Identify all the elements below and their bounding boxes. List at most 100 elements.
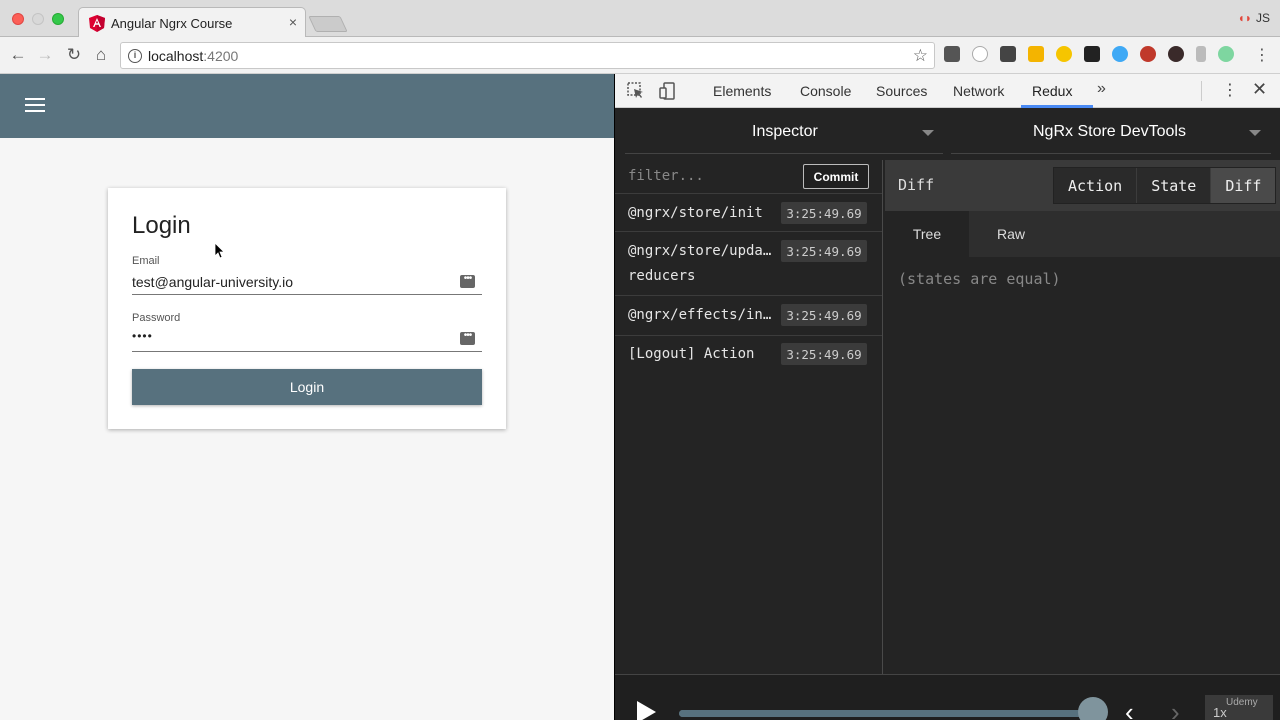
email-label: Email xyxy=(132,255,160,267)
more-tabs-icon[interactable]: » xyxy=(1097,80,1106,98)
timeline-track[interactable] xyxy=(679,710,1101,717)
url-host: localhost xyxy=(148,48,204,64)
action-name: @ngrx/effects/in… xyxy=(628,307,772,323)
preview-header: Diff Action State Diff xyxy=(885,160,1280,211)
login-button[interactable]: Login xyxy=(132,369,482,405)
login-title: Login xyxy=(132,212,191,239)
browser-toolbar: ← → ↻ ⌂ i localhost:4200 ☆ ⋮ xyxy=(0,37,1280,74)
step-back-icon[interactable]: ‹ xyxy=(1125,697,1134,720)
step-forward-icon[interactable]: › xyxy=(1171,697,1180,720)
forward-arrow-icon[interactable]: → xyxy=(35,45,55,65)
extension-icon[interactable] xyxy=(1000,46,1016,62)
timeline-handle[interactable] xyxy=(1078,697,1108,720)
tab-title: Angular Ngrx Course xyxy=(111,16,233,31)
action-item[interactable]: @ngrx/effects/in… 3:25:49.69 xyxy=(615,295,882,335)
bookmark-star-icon[interactable]: ☆ xyxy=(913,46,928,66)
new-tab-button[interactable] xyxy=(308,16,348,32)
hamburger-menu-icon[interactable] xyxy=(25,98,45,114)
home-icon[interactable]: ⌂ xyxy=(91,45,111,65)
device-toolbar-icon[interactable] xyxy=(659,82,677,100)
chevron-down-icon[interactable] xyxy=(1249,130,1261,136)
extension-icon[interactable] xyxy=(1056,46,1072,62)
action-name: @ngrx/store/upda… reducers xyxy=(628,243,772,284)
extension-icon[interactable] xyxy=(1196,46,1206,62)
tab-state[interactable]: State xyxy=(1137,168,1212,203)
extension-icon[interactable] xyxy=(1168,46,1184,62)
select-underline xyxy=(951,153,1271,154)
browser-tab-bar: Angular Ngrx Course × ◖◗ JS xyxy=(0,0,1280,38)
info-icon[interactable]: i xyxy=(128,49,142,63)
password-underline xyxy=(132,351,482,352)
action-item[interactable]: @ngrx/store/upda… reducers 3:25:49.69 xyxy=(615,231,882,295)
mouse-cursor-icon xyxy=(215,243,225,259)
autofill-key-icon[interactable]: ••• xyxy=(460,274,475,288)
devtools-tab-bar: Elements Console Sources Network Redux »… xyxy=(615,74,1280,108)
extension-icon[interactable] xyxy=(1084,46,1100,62)
reload-icon[interactable]: ↻ xyxy=(64,45,84,65)
email-field[interactable]: test@angular-university.io xyxy=(132,274,452,290)
instance-select[interactable]: NgRx Store DevTools xyxy=(1033,123,1186,141)
action-item[interactable]: [Logout] Action 3:25:49.69 xyxy=(615,335,882,373)
toolbar-divider xyxy=(1201,81,1202,101)
extension-icon[interactable] xyxy=(1218,46,1234,62)
extension-icon[interactable] xyxy=(1112,46,1128,62)
action-name: @ngrx/store/init xyxy=(628,205,763,221)
inspect-element-icon[interactable] xyxy=(627,82,645,100)
timeline-progress xyxy=(679,710,1101,717)
tab-network[interactable]: Network xyxy=(953,83,1004,99)
address-bar[interactable]: i localhost:4200 ☆ xyxy=(120,42,935,69)
login-card: Login Email test@angular-university.io •… xyxy=(108,188,506,429)
preview-mode-switch: Action State Diff xyxy=(1053,167,1277,204)
profile-initials: JS xyxy=(1255,11,1270,25)
profile-button[interactable]: ◖◗ JS xyxy=(1237,11,1270,25)
window-close-button[interactable] xyxy=(12,13,24,25)
action-timestamp: 3:25:49.69 xyxy=(781,240,867,262)
action-timestamp: 3:25:49.69 xyxy=(781,202,867,224)
app-viewport: Login Email test@angular-university.io •… xyxy=(0,74,614,720)
extension-icon[interactable] xyxy=(1028,46,1044,62)
email-underline xyxy=(132,294,482,295)
monitor-select[interactable]: Inspector xyxy=(752,123,818,141)
window-minimize-button[interactable] xyxy=(32,13,44,25)
action-list-pane: filter... Commit @ngrx/store/init 3:25:4… xyxy=(615,160,883,674)
devtools-close-icon[interactable]: ✕ xyxy=(1252,79,1267,100)
profile-icon: ◖◗ xyxy=(1237,11,1252,25)
password-label: Password xyxy=(132,312,181,324)
redux-header: Inspector NgRx Store DevTools xyxy=(615,108,1280,160)
tab-console[interactable]: Console xyxy=(800,83,851,99)
autofill-key-icon[interactable]: ••• xyxy=(460,331,475,345)
filter-input[interactable]: filter... xyxy=(628,168,704,184)
action-item[interactable]: @ngrx/store/init 3:25:49.69 xyxy=(615,193,882,231)
url-port: :4200 xyxy=(203,48,239,64)
window-zoom-button[interactable] xyxy=(52,13,64,25)
extensions-area xyxy=(944,46,1246,66)
chevron-down-icon[interactable] xyxy=(922,130,934,136)
commit-button[interactable]: Commit xyxy=(803,164,869,189)
tab-tree[interactable]: Tree xyxy=(885,211,969,257)
app-header xyxy=(0,74,614,138)
angular-logo-icon xyxy=(89,15,105,32)
tab-redux[interactable]: Redux xyxy=(1032,83,1072,99)
url-text: localhost:4200 xyxy=(148,48,238,64)
extension-icon[interactable] xyxy=(972,46,988,62)
password-field[interactable]: •••• xyxy=(132,329,452,343)
tab-diff[interactable]: Diff xyxy=(1211,168,1276,203)
play-icon[interactable] xyxy=(637,701,656,720)
select-underline xyxy=(625,153,943,154)
browser-menu-icon[interactable]: ⋮ xyxy=(1254,45,1270,65)
browser-tab[interactable]: Angular Ngrx Course × xyxy=(78,7,306,38)
tab-sources[interactable]: Sources xyxy=(876,83,927,99)
tab-close-icon[interactable]: × xyxy=(289,14,297,30)
preview-subtabs: Tree Raw xyxy=(885,211,1280,257)
watermark: Udemy xyxy=(1226,697,1258,708)
back-arrow-icon[interactable]: ← xyxy=(8,45,28,65)
tab-elements[interactable]: Elements xyxy=(713,83,771,99)
tab-raw[interactable]: Raw xyxy=(969,211,1053,257)
diff-message: (states are equal) xyxy=(898,270,1061,288)
devtools-menu-icon[interactable]: ⋮ xyxy=(1222,80,1238,100)
extension-icon[interactable] xyxy=(1140,46,1156,62)
devtools-panel: Elements Console Sources Network Redux »… xyxy=(614,74,1280,720)
tab-action[interactable]: Action xyxy=(1054,168,1138,203)
extension-icon[interactable] xyxy=(944,46,960,62)
action-name: [Logout] Action xyxy=(628,346,755,362)
